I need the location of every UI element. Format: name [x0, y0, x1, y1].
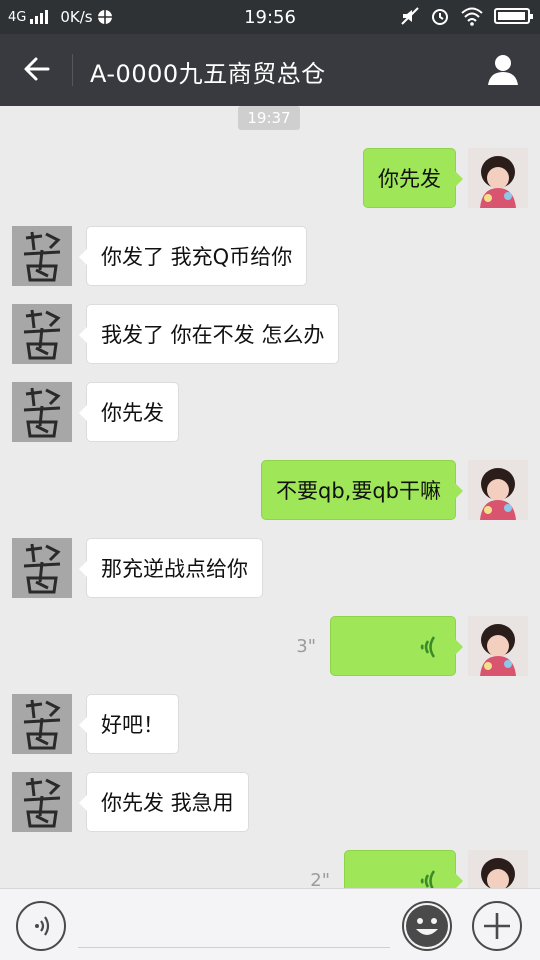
alarm-icon	[432, 9, 448, 25]
status-bar: 4G 0K/s 19:56	[0, 0, 540, 34]
avatar[interactable]	[12, 538, 72, 598]
voice-message-bubble[interactable]	[344, 850, 463, 888]
message-row: 我发了 你在不发 怎么办	[0, 304, 540, 366]
avatar[interactable]	[468, 850, 528, 888]
battery-icon	[494, 8, 533, 24]
voice-input-button[interactable]	[16, 901, 66, 951]
voice-duration: 2"	[310, 870, 330, 888]
input-bar	[0, 888, 540, 960]
message-bubble[interactable]: 你先发	[363, 148, 463, 208]
battery-level	[498, 12, 525, 20]
avatar[interactable]	[468, 460, 528, 520]
avatar[interactable]	[12, 226, 72, 286]
chat-title: A-0000九五商贸总仓	[90, 60, 326, 88]
voice-wave-icon	[420, 870, 436, 888]
avatar[interactable]	[12, 772, 72, 832]
message-bubble[interactable]: 你先发 我急用	[79, 772, 249, 832]
status-right	[400, 6, 533, 26]
message-list[interactable]: 19:37 你先发 你发了 我充Q币给你 我发了 你在不发 怎么办 你先发 不要…	[0, 106, 540, 888]
avatar[interactable]	[12, 694, 72, 754]
voice-input-icon	[35, 916, 50, 936]
message-row: 那充逆战点给你	[0, 538, 540, 600]
message-input[interactable]	[78, 947, 390, 948]
plus-icon	[484, 913, 510, 939]
voice-wave-icon	[420, 636, 436, 658]
avatar[interactable]	[468, 148, 528, 208]
emoji-icon	[406, 905, 448, 947]
message-row: 好吧！	[0, 694, 540, 756]
message-bubble[interactable]: 你发了 我充Q币给你	[78, 226, 308, 286]
header-divider	[72, 54, 73, 86]
message-row: 不要qb,要qb干嘛	[0, 460, 540, 522]
message-row: 你发了 我充Q币给你	[0, 226, 540, 288]
mute-icon	[401, 7, 419, 25]
timestamp-label: 19:37	[238, 106, 300, 130]
message-row: 你先发	[0, 148, 540, 210]
arrow-left-icon[interactable]	[20, 52, 54, 86]
message-bubble[interactable]: 我发了 你在不发 怎么办	[78, 304, 340, 364]
message-bubble[interactable]: 好吧！	[79, 694, 179, 754]
voice-duration: 3"	[296, 636, 316, 657]
avatar[interactable]	[468, 616, 528, 676]
message-row: 3"	[0, 616, 540, 678]
message-bubble[interactable]: 你先发	[79, 382, 179, 442]
emoji-button[interactable]	[402, 901, 452, 951]
avatar[interactable]	[12, 304, 72, 364]
message-bubble[interactable]: 不要qb,要qb干嘛	[261, 460, 463, 520]
message-row: 2"	[0, 850, 540, 888]
message-bubble[interactable]: 那充逆战点给你	[79, 538, 263, 598]
chat-header: A-0000九五商贸总仓	[0, 34, 540, 106]
wifi-icon	[461, 7, 483, 26]
more-button[interactable]	[472, 901, 522, 951]
message-row: 你先发 我急用	[0, 772, 540, 834]
person-icon[interactable]	[486, 52, 520, 86]
avatar[interactable]	[12, 382, 72, 442]
voice-message-bubble[interactable]	[330, 616, 463, 676]
message-row: 你先发	[0, 382, 540, 444]
